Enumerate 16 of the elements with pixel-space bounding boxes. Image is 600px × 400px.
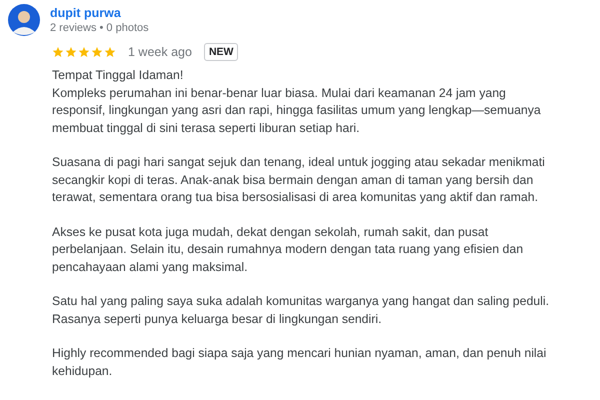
star-icon <box>52 46 64 58</box>
review-paragraph: Suasana di pagi hari sangat sejuk dan tenang, ideal untuk jogging atau sekadar menikmati secangkir kopi di teras. Anak-anak bisa bermain dengan aman di taman yang bersih dan terawat, sementara orang tua bisa bersosialisasi di area komunitas yang aktif dan ramah. <box>52 154 546 206</box>
review-title: Tempat Tinggal Idaman! <box>52 67 184 84</box>
reviewer-name[interactable]: dupit purwa <box>50 6 149 20</box>
review-paragraph: Highly recommended bagi siapa saja yang mencari hunian nyaman, aman, dan penuh nilai kehidupan. <box>52 345 548 380</box>
reviewer-stats: 2 reviews • 0 photos <box>50 22 149 34</box>
star-icon <box>78 46 90 58</box>
review-paragraph: Akses ke pusat kota juga mudah, dekat dengan sekolah, rumah sakit, dan pusat perbelanjaan. Selain itu, desain rumahnya modern dengan tata ruang yang efisien dan pencahayaan alami yang maksimal. <box>52 224 524 276</box>
review-time: 1 week ago <box>128 45 192 59</box>
new-badge: NEW <box>204 43 238 61</box>
star-icon <box>104 46 116 58</box>
review-paragraph: Kompleks perumahan ini benar-benar luar biasa. Mulai dari keamanan 24 jam yang responsif, lingkungan yang asri dan rapi, hingga fasilitas umum yang lengkap—semuanya membuat tinggal di sini terasa seperti liburan setiap hari. <box>52 84 542 136</box>
star-icon <box>91 46 103 58</box>
star-icon <box>65 46 77 58</box>
review-paragraph: Satu hal yang paling saya suka adalah komunitas warganya yang hangat dan saling peduli. Rasanya seperti punya keluarga besar di lingkungan sendiri. <box>52 293 550 328</box>
avatar-icon[interactable] <box>8 4 40 36</box>
